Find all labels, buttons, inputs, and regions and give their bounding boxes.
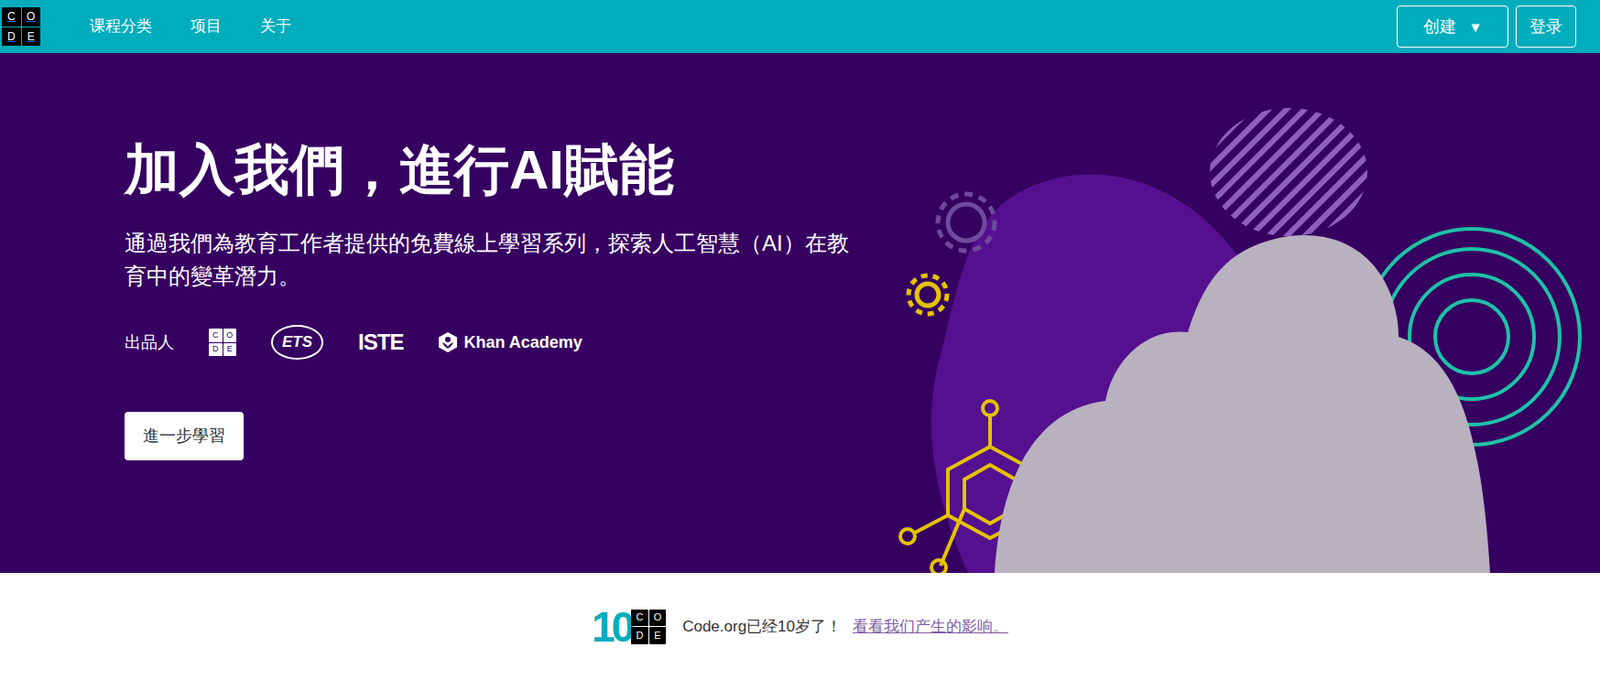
logo-letter: O bbox=[223, 328, 238, 343]
nav-link[interactable]: 关于 bbox=[260, 14, 292, 39]
badge-number: 10 bbox=[591, 606, 632, 649]
logo-letter: E bbox=[649, 627, 667, 645]
hero-title: 加入我們，進行AI賦能 bbox=[124, 137, 880, 204]
partner-name: Khan Academy bbox=[463, 330, 582, 356]
photo bbox=[994, 235, 1491, 574]
logo-letter: D bbox=[208, 343, 223, 358]
learn-more-label: 進一步學習 bbox=[142, 426, 226, 446]
logo-letter: C bbox=[208, 328, 223, 343]
partner-logo: CODE bbox=[208, 328, 237, 357]
code-logo[interactable]: CODE bbox=[1, 7, 41, 46]
logo-letter: C bbox=[1, 7, 22, 27]
login-button[interactable]: 登录 bbox=[1515, 5, 1577, 48]
hero-decoration bbox=[885, 53, 1600, 574]
partner-row: 出品人 CODE ETS ISTE Khan Academy bbox=[124, 324, 880, 361]
impact-link[interactable]: 看看我们产生的影响。 bbox=[852, 615, 1009, 640]
logo-letter: C bbox=[631, 609, 649, 628]
logo-letter: D bbox=[1, 27, 22, 47]
presented-by: 出品人 bbox=[124, 330, 175, 356]
hero: 加入我們，進行AI賦能 通過我們為教育工作者提供的免費線上學習系列，探索人工智慧… bbox=[0, 53, 1600, 574]
create-button[interactable]: 创建 ▼ bbox=[1396, 5, 1509, 48]
partner-logo: ETS bbox=[271, 325, 324, 360]
badge-grid: CODE bbox=[631, 609, 666, 645]
login-label: 登录 bbox=[1529, 14, 1563, 40]
anniversary-banner: 10 CODE Code.org已经10岁了！ 看看我们产生的影响。 bbox=[0, 573, 1600, 680]
khan-hexagon-icon bbox=[437, 331, 458, 354]
learn-more-button[interactable]: 進一步學習 bbox=[124, 412, 244, 461]
nav-actions: 创建 ▼ 登录 bbox=[1396, 5, 1577, 48]
nav-links: 课程分类 项目 关于 bbox=[89, 14, 292, 39]
partner-logo: Khan Academy bbox=[437, 330, 582, 356]
banner-text: Code.org已经10岁了！ bbox=[682, 615, 842, 640]
logo-grid: CODE bbox=[1, 7, 41, 46]
hero-subtitle: 通過我們為教育工作者提供的免費線上學習系列，探索人工智慧（AI）在教育中的變革潛… bbox=[124, 227, 867, 294]
top-navbar: CODE 课程分类 项目 关于 创建 ▼ 登录 bbox=[0, 0, 1600, 54]
logo-letter: O bbox=[649, 609, 667, 628]
nav-link[interactable]: 课程分类 bbox=[89, 14, 153, 39]
logo-letter: O bbox=[21, 7, 42, 27]
logo-letter: E bbox=[21, 27, 42, 47]
logo-letter: D bbox=[631, 627, 649, 645]
chevron-down-icon: ▼ bbox=[1469, 20, 1483, 34]
nav-link[interactable]: 项目 bbox=[190, 14, 222, 39]
create-label: 创建 bbox=[1423, 14, 1457, 40]
logo-letter: E bbox=[223, 343, 238, 358]
anniversary-badge: 10 CODE bbox=[591, 606, 672, 649]
partner-logo: ISTE bbox=[358, 326, 403, 360]
